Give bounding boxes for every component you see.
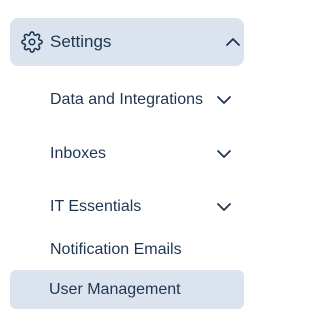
nav-item-notification-emails[interactable]: Notification Emails — [0, 230, 255, 270]
chevron-down-icon[interactable] — [216, 94, 232, 106]
chevron-up-icon[interactable] — [225, 35, 241, 49]
gear-icon — [21, 31, 43, 53]
nav-item-label: Data and Integrations — [50, 91, 203, 108]
settings-nav: Settings Data and Integrations Inboxes I… — [0, 0, 255, 323]
nav-item-user-management[interactable]: User Management — [10, 270, 244, 309]
nav-item-label: IT Essentials — [50, 198, 142, 215]
chevron-down-icon[interactable] — [216, 148, 232, 160]
nav-item-data-and-integrations[interactable]: Data and Integrations — [0, 80, 255, 120]
nav-item-inboxes[interactable]: Inboxes — [0, 134, 255, 174]
nav-item-label: Notification Emails — [50, 241, 182, 258]
settings-section-header[interactable]: Settings — [10, 18, 244, 66]
nav-item-it-essentials[interactable]: IT Essentials — [0, 187, 255, 227]
nav-item-label: User Management — [49, 281, 181, 298]
settings-label: Settings — [50, 32, 112, 51]
chevron-down-icon[interactable] — [216, 201, 232, 213]
nav-item-label: Inboxes — [50, 145, 107, 162]
